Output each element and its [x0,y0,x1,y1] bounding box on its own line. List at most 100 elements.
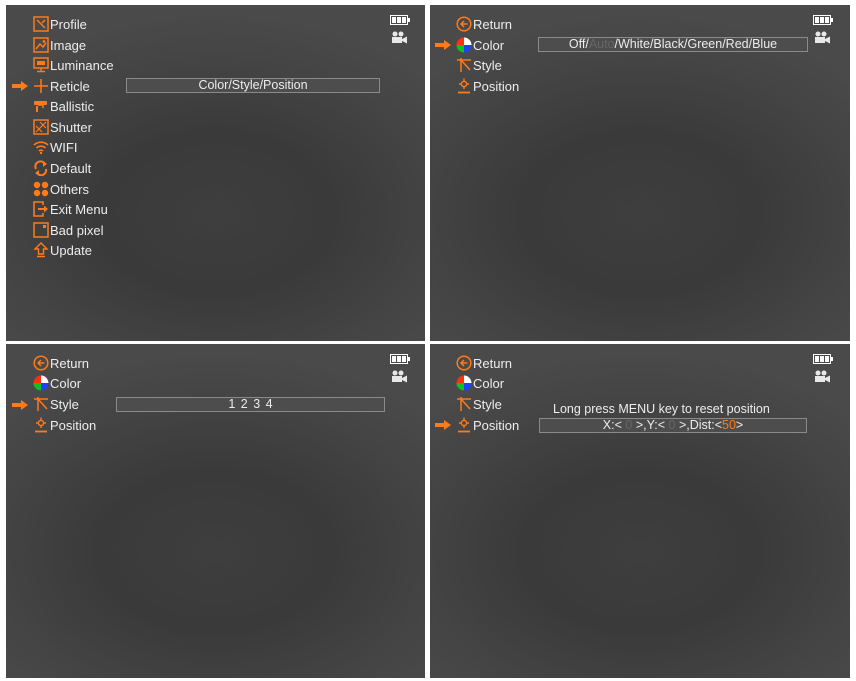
menu-item-label: Others [50,181,90,197]
menu-item-shutter[interactable]: Shutter [33,117,92,137]
menu-item-label: Return [473,355,513,371]
position-icon [33,417,49,433]
color-wheel-icon [456,37,472,53]
y-label: >,Y:< [635,418,666,432]
color-option-selected: Auto [588,37,615,51]
x-value: 0 [625,418,633,432]
menu-item-wifi[interactable]: WIFI [33,137,77,157]
shutter-icon [33,119,49,135]
menu-item-label: Luminance [50,57,114,73]
menu-item-color[interactable]: Color [456,373,504,393]
video-camera-icon [814,370,830,383]
selection-arrow-icon [435,40,451,50]
menu-item-label: Ballistic [50,98,95,114]
return-icon [456,16,472,32]
others-icon [33,181,49,197]
battery-full-icon [390,15,410,25]
update-icon [33,242,49,258]
menu-item-style[interactable]: Style [33,394,79,414]
menu-item-position[interactable]: Position [33,415,96,435]
ballistic-icon [33,98,49,114]
video-camera-icon [814,31,830,44]
menu-item-label: Color [473,375,505,391]
position-suffix: > [735,418,744,432]
reticle-value-box: Color/Style/Position [126,78,380,93]
image-icon [33,37,49,53]
reticle-color-panel: Return Color Off/Auto/White/Black/Green/… [430,5,850,341]
menu-item-label: Style [50,396,79,412]
menu-item-color[interactable]: Color [33,373,81,393]
reticle-position-panel: Return Color Style Long press MENU key t… [430,344,850,678]
exit-icon [33,201,49,217]
menu-item-style[interactable]: Style [456,394,502,414]
menu-item-return[interactable]: Return [33,353,89,373]
menu-item-label: Color [50,375,82,391]
menu-item-update[interactable]: Update [33,240,92,260]
x-label: X:< [602,418,622,432]
menu-item-label: Shutter [50,119,92,135]
menu-item-label: Profile [50,16,87,32]
y-value: 0 [668,418,676,432]
main-menu-panel: Profile Image Luminance Reticle Color/St… [6,5,425,341]
menu-item-position[interactable]: Position [456,76,519,96]
wifi-icon [33,139,49,155]
color-wheel-icon [33,375,49,391]
style-icon [33,396,49,412]
menu-item-label: Return [473,16,513,32]
color-options-before: Off/ [568,37,589,51]
menu-item-color[interactable]: Color [456,35,504,55]
menu-item-label: Position [50,417,97,433]
menu-item-label: Update [50,242,92,258]
menu-item-return[interactable]: Return [456,14,512,34]
position-icon [456,78,472,94]
menu-item-label: Color [473,37,505,53]
menu-item-profile[interactable]: Profile [33,14,87,34]
profile-icon [33,16,49,32]
menu-item-image[interactable]: Image [33,35,86,55]
menu-item-position[interactable]: Position [456,415,519,435]
style-options-box[interactable]: 1 2 3 4 [116,397,385,412]
menu-item-label: Style [473,396,502,412]
menu-item-exit[interactable]: Exit Menu [33,199,108,219]
menu-item-label: Position [473,417,520,433]
video-camera-icon [391,31,407,44]
menu-item-default[interactable]: Default [33,158,91,178]
menu-item-luminance[interactable]: Luminance [33,55,114,75]
menu-item-label: Bad pixel [50,222,104,238]
default-icon [33,160,49,176]
color-options-box[interactable]: Off/Auto/White/Black/Green/Red/Blue [538,37,808,52]
color-wheel-icon [456,375,472,391]
menu-item-label: Style [473,57,502,73]
battery-full-icon [813,15,833,25]
menu-item-return[interactable]: Return [456,353,512,373]
menu-item-label: Exit Menu [50,201,108,217]
menu-item-label: Return [50,355,90,371]
menu-item-label: Reticle [50,78,90,94]
video-camera-icon [391,370,407,383]
return-icon [456,355,472,371]
menu-item-label: Position [473,78,520,94]
menu-item-style[interactable]: Style [456,55,502,75]
battery-full-icon [390,354,410,364]
reticle-style-panel: Return Color Style 1 2 3 4 Position [6,344,425,678]
selection-arrow-icon [435,420,451,430]
return-icon [33,355,49,371]
selection-arrow-icon [12,81,28,91]
luminance-icon [33,57,49,73]
menu-item-label: Default [50,160,92,176]
menu-item-label: WIFI [50,139,78,155]
style-icon [456,396,472,412]
bad-pixel-icon [33,222,49,238]
menu-item-ballistic[interactable]: Ballistic [33,96,94,116]
menu-item-others[interactable]: Others [33,179,89,199]
dist-label: >,Dist:< [678,418,723,432]
position-icon [456,417,472,433]
position-values-box[interactable]: X:< 0 >,Y:< 0 >,Dist:<50> [539,418,807,433]
menu-item-bad-pixel[interactable]: Bad pixel [33,220,103,240]
reticle-icon [33,78,49,94]
menu-item-reticle[interactable]: Reticle [33,76,90,96]
dist-value: 50 [722,418,736,432]
menu-item-label: Image [50,37,87,53]
selection-arrow-icon [12,400,28,410]
battery-full-icon [813,354,833,364]
